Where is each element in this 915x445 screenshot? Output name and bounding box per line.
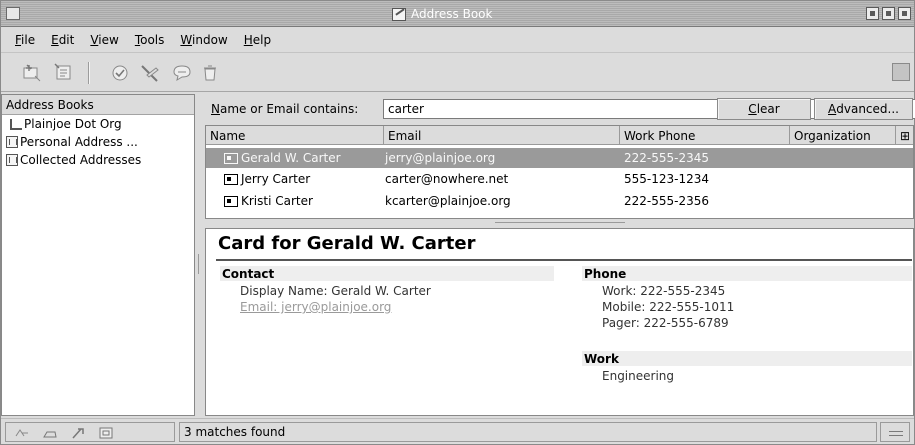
sidebar-item-plainjoe[interactable]: Plainjoe Dot Org (2, 115, 194, 133)
table-header: Name Email Work Phone Organization ⊞ (206, 126, 913, 145)
properties-icon[interactable] (109, 62, 131, 84)
row-name-cell: Jerry Carter (224, 169, 310, 189)
address-books-pane: Address Books Plainjoe Dot Org Personal … (1, 94, 195, 416)
menu-tools[interactable]: Tools (127, 33, 173, 47)
table-row[interactable]: Gerald W. Carter jerry@plainjoe.org 222-… (206, 148, 913, 168)
address-book-icon (6, 154, 18, 166)
vertical-splitter[interactable] (196, 94, 204, 416)
toolbar (1, 54, 914, 92)
advanced-button[interactable]: Advanced... (814, 98, 913, 120)
menu-window[interactable]: Window (172, 33, 235, 47)
status-text: 3 matches found (179, 422, 877, 442)
menu-help[interactable]: Help (236, 33, 279, 47)
address-book-app-icon (391, 7, 407, 21)
column-header-work-phone[interactable]: Work Phone (620, 126, 790, 145)
row-name-cell: Kristi Carter (224, 191, 313, 211)
contact-card-icon (224, 195, 238, 207)
toolbar-separator (88, 62, 90, 84)
status-icon-group (5, 422, 175, 442)
sidebar-item-collected[interactable]: Collected Addresses (2, 151, 194, 169)
sidebar-item-label: Collected Addresses (20, 153, 142, 167)
maximize-button[interactable] (882, 7, 895, 20)
table-row[interactable]: Kristi Carter kcarter@plainjoe.org 222-5… (206, 191, 913, 211)
column-header-organization[interactable]: Organization (790, 126, 896, 145)
work-phone-field: Work: 222-555-2345 (602, 284, 726, 298)
delete-icon[interactable] (199, 62, 221, 84)
splitter-grip (495, 222, 625, 225)
card-view-pane: Card for Gerald W. Carter Contact Displa… (205, 228, 914, 416)
status-bar: 3 matches found (1, 418, 914, 444)
contact-section-header: Contact (220, 266, 554, 281)
download-icon[interactable] (98, 426, 114, 439)
phone-section-header: Phone (582, 266, 912, 281)
online-indicator-icon[interactable] (880, 422, 910, 442)
chat-icon[interactable] (171, 62, 193, 84)
row-email-cell: carter@nowhere.net (385, 172, 509, 186)
row-phone-cell: 222-555-2356 (624, 194, 710, 208)
sidebar-item-personal[interactable]: Personal Address ... (2, 133, 194, 151)
card-title: Card for Gerald W. Carter (218, 233, 476, 254)
menu-view[interactable]: View (82, 33, 126, 47)
table-row[interactable]: Jerry Carter carter@nowhere.net 555-123-… (206, 169, 913, 189)
address-book-window: Address Book File Edit View Tools Window… (0, 0, 915, 445)
menu-edit[interactable]: Edit (43, 33, 82, 47)
offline-icon[interactable] (14, 426, 30, 438)
column-header-email[interactable]: Email (384, 126, 620, 145)
throbber-icon (892, 63, 910, 81)
row-phone-cell: 222-555-2345 (624, 151, 710, 165)
load-icon[interactable] (70, 426, 86, 439)
address-book-icon (6, 136, 18, 148)
new-card-icon[interactable] (21, 62, 43, 84)
menu-file[interactable]: File (7, 33, 43, 47)
pager-field: Pager: 222-555-6789 (602, 316, 729, 330)
sidebar-item-label: Personal Address ... (20, 135, 138, 149)
card-title-divider (216, 259, 912, 261)
window-title-text: Address Book (411, 7, 493, 21)
new-list-icon[interactable] (53, 62, 75, 84)
menu-bar: File Edit View Tools Window Help (1, 28, 914, 53)
sidebar-item-label: Plainjoe Dot Org (24, 117, 122, 131)
close-button[interactable] (898, 7, 911, 20)
search-bar: Name or Email contains: Clear Advanced..… (205, 96, 915, 124)
email-link[interactable]: Email: jerry@plainjoe.org (240, 300, 391, 314)
horizontal-splitter[interactable] (205, 220, 914, 228)
splitter-grip (198, 254, 201, 274)
column-picker-icon[interactable]: ⊞ (896, 126, 913, 145)
contact-card-icon (224, 152, 238, 164)
column-header-name[interactable]: Name (206, 126, 384, 145)
search-label: Name or Email contains: (211, 102, 359, 116)
ldap-directory-icon (10, 118, 22, 130)
window-controls (866, 7, 911, 20)
compose-icon[interactable] (139, 62, 161, 84)
results-table: Name Email Work Phone Organization ⊞ Ger… (205, 125, 914, 219)
title-bar[interactable]: Address Book (1, 1, 914, 27)
department-field: Engineering (602, 369, 674, 383)
clear-button[interactable]: Clear (717, 98, 811, 120)
contact-card-icon (224, 173, 238, 185)
minimize-button[interactable] (866, 7, 879, 20)
window-menu-icon[interactable] (6, 7, 20, 20)
work-section-header: Work (582, 351, 912, 366)
row-name-cell: Gerald W. Carter (224, 148, 341, 168)
row-email-cell: jerry@plainjoe.org (385, 151, 496, 165)
row-email-cell: kcarter@plainjoe.org (385, 194, 511, 208)
mobile-phone-field: Mobile: 222-555-1011 (602, 300, 735, 314)
security-icon[interactable] (42, 426, 58, 438)
display-name-field: Display Name: Gerald W. Carter (240, 284, 431, 298)
address-books-header[interactable]: Address Books (2, 95, 194, 115)
row-phone-cell: 555-123-1234 (624, 172, 710, 186)
window-title: Address Book (391, 5, 492, 23)
